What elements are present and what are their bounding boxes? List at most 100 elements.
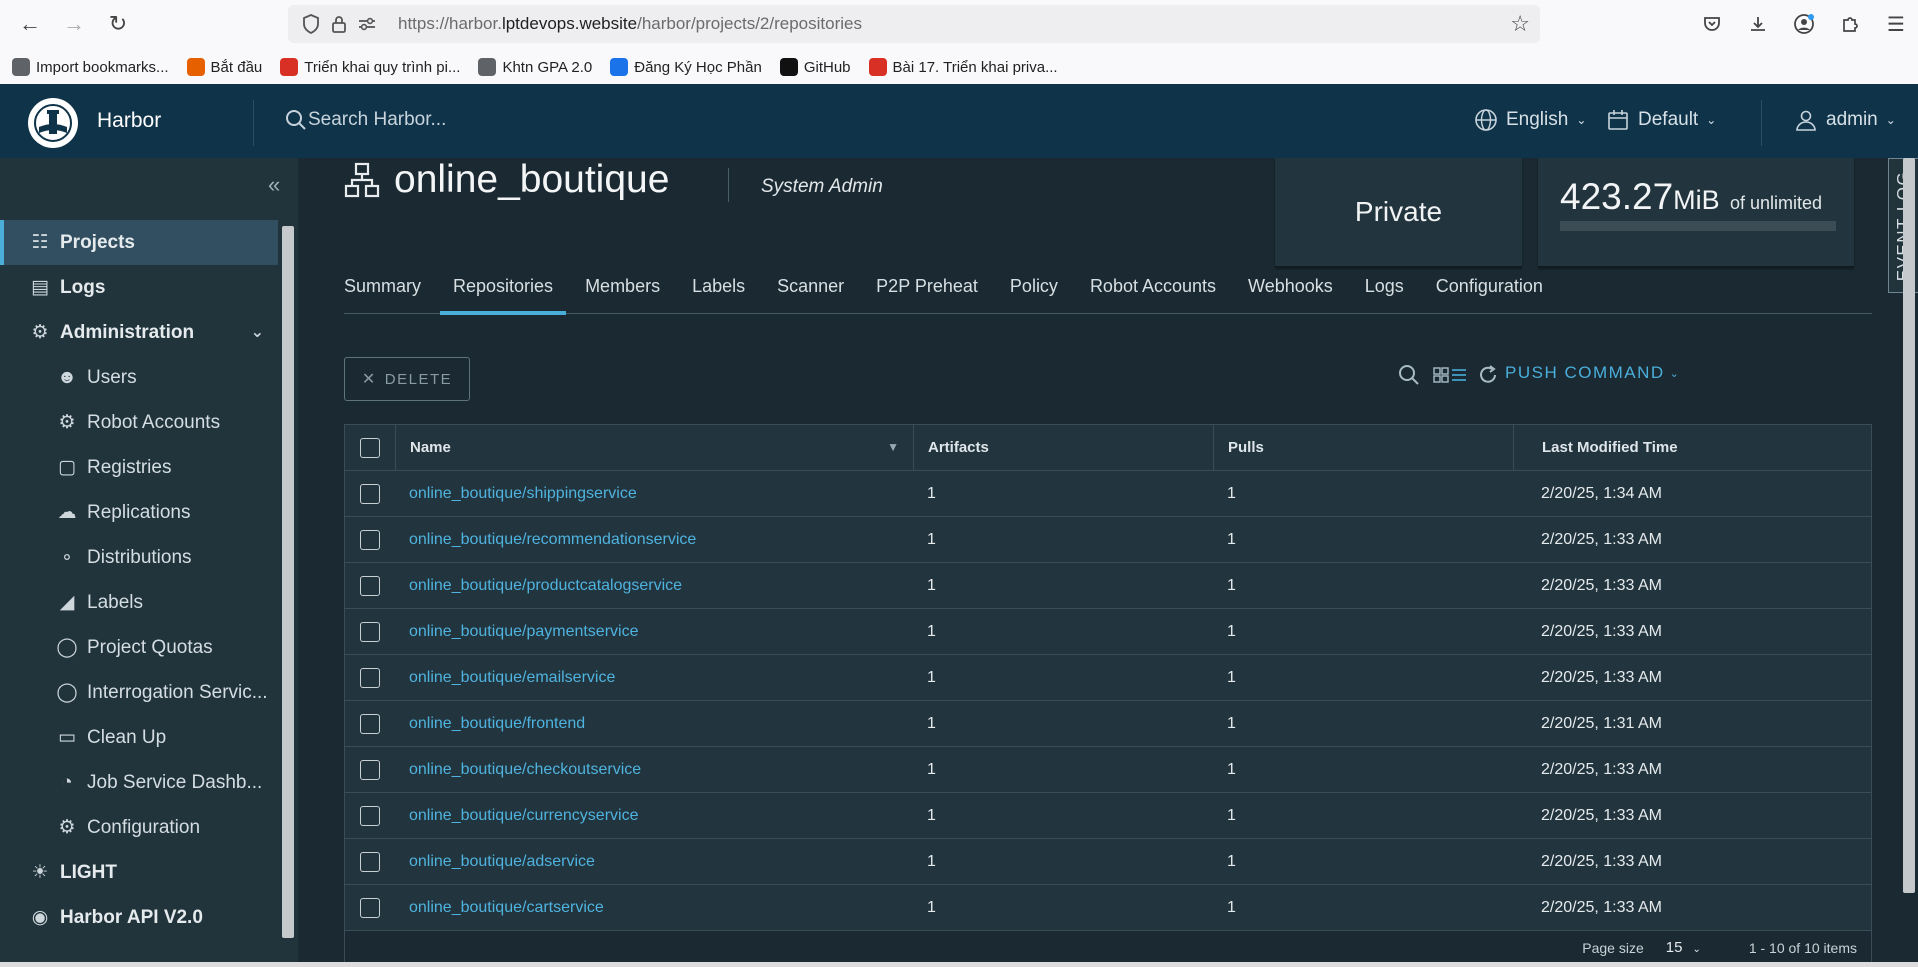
sidebar-item-labels[interactable]: ◢ Labels — [0, 580, 278, 625]
filter-icon[interactable]: ▼ — [887, 440, 899, 454]
sidebar-item-light[interactable]: ☀ LIGHT — [0, 850, 278, 895]
column-artifacts[interactable]: Artifacts — [913, 425, 1213, 470]
language-selector[interactable]: English ⌄ — [1474, 108, 1586, 132]
table-row[interactable]: online_boutique/recommendationservice 1 1 2… — [345, 517, 1871, 563]
permissions-icon[interactable] — [354, 11, 380, 37]
repository-link[interactable]: online_boutique/adservice — [409, 853, 595, 871]
menu-icon[interactable]: ☰ — [1882, 10, 1910, 38]
repository-link[interactable]: online_boutique/productcatalogservice — [409, 577, 682, 595]
tab-summary[interactable]: Summary — [344, 258, 434, 314]
column-pulls[interactable]: Pulls — [1213, 425, 1513, 470]
repository-link[interactable]: online_boutique/checkoutservice — [409, 761, 641, 779]
sidebar-item-harbor-api-v2-0[interactable]: ◉ Harbor API V2.0 — [0, 895, 278, 940]
row-checkbox[interactable] — [345, 897, 395, 918]
address-bar[interactable]: https://harbor.lptdevops.website/harbor/… — [288, 5, 1540, 43]
search-icon[interactable] — [1395, 361, 1423, 389]
column-last-modified[interactable]: Last Modified Time — [1513, 425, 1871, 470]
table-row[interactable]: online_boutique/cartservice 1 1 2/20/25, 1:… — [345, 885, 1871, 931]
extensions-icon[interactable] — [1836, 10, 1864, 38]
tab-members[interactable]: Members — [572, 258, 673, 314]
column-name[interactable]: Name ▼ — [395, 425, 913, 470]
sidebar-item-robot-accounts[interactable]: ⚙ Robot Accounts — [0, 400, 278, 445]
sidebar-item-configuration[interactable]: ⚙ Configuration — [0, 805, 278, 850]
table-row[interactable]: online_boutique/adservice 1 1 2/20/25, 1:33… — [345, 839, 1871, 885]
row-checkbox[interactable] — [345, 759, 395, 780]
delete-button[interactable]: ✕ DELETE — [344, 357, 470, 401]
sidebar-item-project-quotas[interactable]: ◯ Project Quotas — [0, 625, 278, 670]
sidebar-item-job-service-dashb[interactable]: ◔ Job Service Dashb... — [0, 760, 278, 805]
repository-link[interactable]: online_boutique/emailservice — [409, 669, 615, 687]
repository-link[interactable]: online_boutique/currencyservice — [409, 807, 638, 825]
repository-link[interactable]: online_boutique/cartservice — [409, 899, 604, 917]
repository-link[interactable]: online_boutique/frontend — [409, 715, 585, 733]
repository-link[interactable]: online_boutique/recommendationservice — [409, 531, 696, 549]
date-format-selector[interactable]: Default ⌄ — [1606, 108, 1716, 132]
tab-labels[interactable]: Labels — [679, 258, 758, 314]
sidebar-item-distributions[interactable]: ∘ Distributions — [0, 535, 278, 580]
table-row[interactable]: online_boutique/checkoutservice 1 1 2/20/25… — [345, 747, 1871, 793]
sidebar-item-administration[interactable]: ⚙ Administration ⌄ — [0, 310, 278, 355]
sidebar-item-users[interactable]: ☻ Users — [0, 355, 278, 400]
bookmark-item[interactable]: Import bookmarks... — [12, 58, 169, 76]
tab-configuration[interactable]: Configuration — [1423, 258, 1556, 314]
chevron-down-icon[interactable]: ⌄ — [251, 322, 264, 342]
row-checkbox[interactable] — [345, 805, 395, 826]
bookmark-item[interactable]: GitHub — [779, 58, 851, 76]
shield-icon[interactable] — [298, 11, 324, 37]
page-size-select[interactable]: 15 ⌄ — [1666, 939, 1701, 956]
select-all-checkbox[interactable] — [345, 437, 395, 458]
sidebar-item-interrogation-servic[interactable]: ◯ Interrogation Servic... — [0, 670, 278, 715]
table-row[interactable]: online_boutique/shippingservice 1 1 2/20/25… — [345, 471, 1871, 517]
push-command-button[interactable]: PUSH COMMAND ⌄ — [1505, 363, 1680, 383]
row-checkbox[interactable] — [345, 621, 395, 642]
repository-link[interactable]: online_boutique/paymentservice — [409, 623, 638, 641]
sidebar-item-registries[interactable]: ▢ Registries — [0, 445, 278, 490]
sidebar-item-replications[interactable]: ☁ Replications — [0, 490, 278, 535]
table-row[interactable]: online_boutique/emailservice 1 1 2/20/25, 1… — [345, 655, 1871, 701]
table-row[interactable]: online_boutique/currencyservice 1 1 2/20/25… — [345, 793, 1871, 839]
tab-robot-accounts[interactable]: Robot Accounts — [1077, 258, 1229, 314]
tab-p2p-preheat[interactable]: P2P Preheat — [863, 258, 991, 314]
row-checkbox[interactable] — [345, 667, 395, 688]
sidebar-scrollbar[interactable] — [282, 226, 294, 938]
row-checkbox[interactable] — [345, 483, 395, 504]
tab-logs[interactable]: Logs — [1352, 258, 1417, 314]
search-input[interactable]: Search Harbor... — [284, 108, 446, 132]
row-checkbox[interactable] — [345, 529, 395, 550]
bookmark-item[interactable]: Triển khai quy trình pi... — [280, 58, 460, 76]
repository-link[interactable]: online_boutique/shippingservice — [409, 485, 637, 503]
view-toggle-icon[interactable] — [1433, 361, 1467, 389]
tab-repositories[interactable]: Repositories — [440, 258, 567, 315]
bookmark-item[interactable]: Đăng Ký Học Phần — [610, 58, 762, 76]
sidebar-item-projects[interactable]: ☷ Projects — [0, 220, 278, 265]
bookmark-item[interactable]: Khtn GPA 2.0 — [478, 58, 592, 76]
sidebar-item-logs[interactable]: ▤ Logs — [0, 265, 278, 310]
page-scrollbar[interactable] — [1903, 158, 1915, 893]
harbor-logo[interactable] — [28, 98, 78, 148]
row-checkbox[interactable] — [345, 851, 395, 872]
refresh-icon[interactable] — [1474, 361, 1502, 389]
account-icon[interactable] — [1790, 10, 1818, 38]
table-row[interactable]: online_boutique/paymentservice 1 1 2/20/25,… — [345, 609, 1871, 655]
lock-icon[interactable] — [326, 11, 352, 37]
download-icon[interactable] — [1744, 10, 1772, 38]
pocket-icon[interactable] — [1698, 10, 1726, 38]
row-checkbox[interactable] — [345, 575, 395, 596]
tab-webhooks[interactable]: Webhooks — [1235, 258, 1346, 314]
sidebar-item-clean-up[interactable]: ▭ Clean Up — [0, 715, 278, 760]
collapse-sidebar-icon[interactable]: « — [268, 172, 280, 198]
bookmark-item[interactable]: Bắt đầu — [186, 58, 262, 76]
forward-icon[interactable]: → — [60, 10, 88, 38]
reload-icon[interactable]: ↻ — [104, 10, 132, 38]
bookmark-star-icon[interactable]: ☆ — [1510, 11, 1530, 37]
url-text[interactable]: https://harbor.lptdevops.website/harbor/… — [398, 14, 862, 34]
user-menu[interactable]: admin ⌄ — [1794, 108, 1896, 132]
back-icon[interactable]: ← — [16, 10, 44, 38]
row-checkbox[interactable] — [345, 713, 395, 734]
tab-scanner[interactable]: Scanner — [764, 258, 857, 314]
tab-policy[interactable]: Policy — [997, 258, 1071, 314]
brand-name[interactable]: Harbor — [97, 109, 161, 133]
table-row[interactable]: online_boutique/productcatalogservice 1 1 2… — [345, 563, 1871, 609]
table-row[interactable]: online_boutique/frontend 1 1 2/20/25, 1:31 … — [345, 701, 1871, 747]
bookmark-item[interactable]: Bài 17. Triển khai priva... — [868, 58, 1058, 76]
